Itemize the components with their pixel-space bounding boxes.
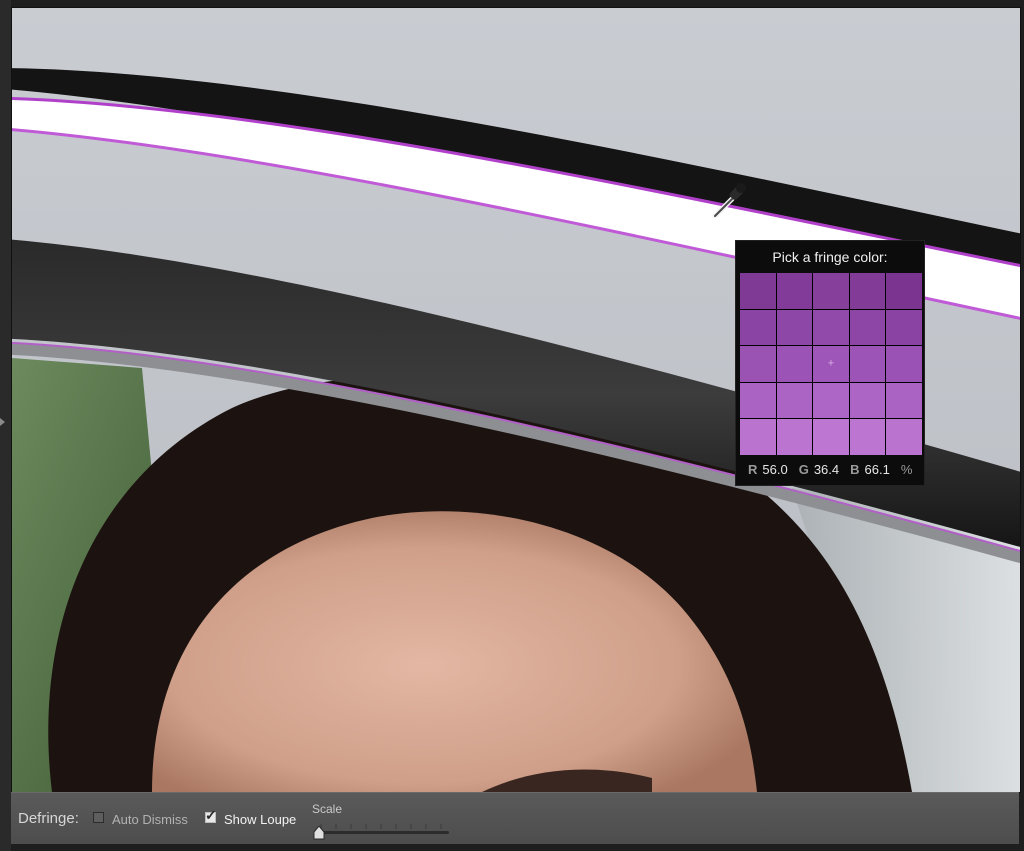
loupe-swatch — [886, 382, 922, 419]
b-label: B — [850, 462, 860, 477]
scale-slider-ticks — [320, 824, 442, 829]
rgb-readout: R 56.0 G 36.4 B 66.1 % — [748, 462, 914, 477]
defringe-toolbar: Defringe: Auto Dismiss ✓ Show Loupe Scal… — [11, 792, 1019, 844]
fringe-color-loupe: Pick a fringe color: + R 56.0 G 36.4 B 6… — [735, 240, 925, 486]
loupe-swatch — [740, 419, 776, 455]
loupe-swatch — [813, 273, 849, 309]
loupe-swatch — [776, 419, 813, 455]
r-value: 56.0 — [762, 462, 788, 477]
loupe-swatch — [740, 309, 776, 346]
loupe-swatch — [849, 419, 886, 455]
percent-unit: % — [900, 462, 913, 477]
loupe-swatch — [849, 346, 886, 382]
g-label: G — [798, 462, 809, 477]
loupe-swatch — [886, 273, 922, 309]
loupe-swatch — [776, 382, 813, 419]
loupe-swatch — [813, 382, 849, 419]
loupe-swatch — [740, 346, 776, 382]
loupe-swatch — [740, 382, 776, 419]
loupe-swatch — [849, 273, 886, 309]
loupe-swatch — [886, 419, 922, 455]
left-panel-edge — [0, 0, 11, 851]
loupe-swatch — [776, 346, 813, 382]
eyedropper-icon — [712, 183, 746, 219]
scale-slider-track[interactable] — [318, 831, 449, 834]
auto-dismiss-checkbox[interactable] — [93, 812, 104, 823]
show-loupe-label[interactable]: Show Loupe — [224, 812, 296, 827]
checkmark-icon: ✓ — [205, 807, 217, 823]
loupe-swatch — [849, 309, 886, 346]
loupe-center-crosshair: + — [827, 357, 835, 370]
defringe-workspace: Pick a fringe color: + R 56.0 G 36.4 B 6… — [0, 0, 1024, 851]
g-value: 36.4 — [813, 462, 840, 477]
loupe-swatch — [776, 273, 813, 309]
scale-slider-thumb[interactable] — [313, 826, 325, 840]
auto-dismiss-label[interactable]: Auto Dismiss — [112, 812, 188, 827]
loupe-swatch — [813, 309, 849, 346]
loupe-swatch — [886, 346, 922, 382]
loupe-swatch — [849, 382, 886, 419]
r-label: R — [748, 462, 758, 477]
show-loupe-checkbox[interactable]: ✓ — [205, 808, 217, 823]
expand-left-panel-icon[interactable] — [0, 418, 5, 426]
loupe-swatch — [740, 273, 776, 309]
loupe-swatch — [776, 309, 813, 346]
loupe-swatch — [886, 309, 922, 346]
b-value: 66.1 — [864, 462, 890, 477]
defringe-label: Defringe: — [18, 810, 79, 827]
loupe-swatch — [813, 419, 849, 455]
loupe-title: Pick a fringe color: — [772, 249, 888, 265]
scale-label: Scale — [312, 802, 343, 816]
loupe-swatch: + — [813, 346, 849, 382]
loupe-swatch-grid: + — [740, 273, 922, 455]
